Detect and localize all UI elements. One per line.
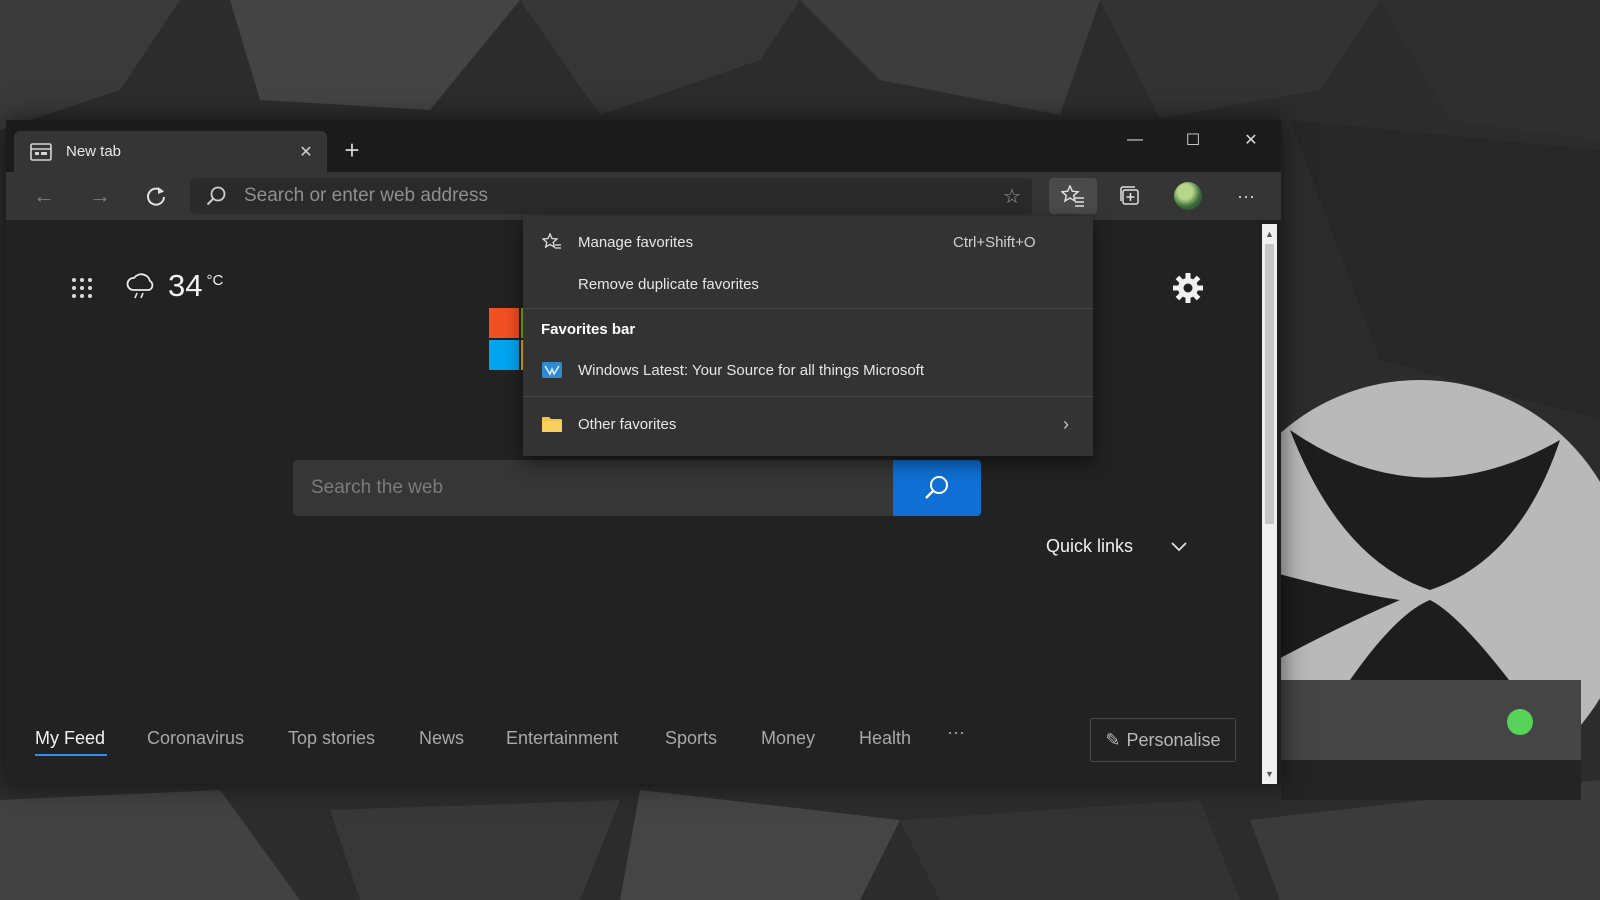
page-scrollbar[interactable]: ▲ ▼ <box>1262 224 1277 784</box>
favorites-icon <box>1061 185 1084 207</box>
search-icon <box>196 185 236 207</box>
forward-button[interactable]: → <box>82 178 118 214</box>
menu-divider <box>523 308 1093 309</box>
scrollbar-thumb[interactable] <box>1265 244 1274 524</box>
minimize-button[interactable]: — <box>1106 120 1164 160</box>
back-button[interactable]: ← <box>26 178 62 214</box>
web-search-button[interactable] <box>893 460 981 516</box>
feed-tab-my-feed[interactable]: My Feed <box>35 728 105 749</box>
search-icon <box>925 476 948 499</box>
other-favorites-item[interactable]: Other favorites › <box>523 404 1093 444</box>
windows-latest-favicon <box>541 359 563 381</box>
title-bar: New tab ✕ + — ☐ ✕ <box>6 120 1281 172</box>
favorite-item-windows-latest[interactable]: Windows Latest: Your Source for all thin… <box>523 350 1093 390</box>
quick-links-toggle[interactable]: Quick links <box>1046 536 1187 557</box>
favorite-item-label: Windows Latest: Your Source for all thin… <box>578 361 924 379</box>
scroll-up-arrow-icon[interactable]: ▲ <box>1262 226 1277 242</box>
other-favorites-label: Other favorites <box>578 415 677 433</box>
menu-divider <box>523 396 1093 397</box>
quick-links-label: Quick links <box>1046 536 1134 556</box>
temperature-value: 34 <box>168 268 203 303</box>
feed-navigation: My Feed Coronavirus Top stories News Ent… <box>6 718 1258 762</box>
temperature-unit: °C <box>206 271 224 289</box>
close-window-button[interactable]: ✕ <box>1222 120 1280 160</box>
feed-tab-top-stories[interactable]: Top stories <box>288 728 375 749</box>
feed-tab-money[interactable]: Money <box>761 728 815 749</box>
favorites-button[interactable] <box>1049 178 1097 214</box>
new-tab-button[interactable]: + <box>334 132 370 168</box>
refresh-icon <box>147 187 165 206</box>
address-input[interactable] <box>236 184 992 208</box>
personalise-button[interactable]: ✎ Personalise <box>1090 718 1236 762</box>
app-launcher-icon[interactable] <box>70 276 94 300</box>
cloud-rain-icon <box>126 273 154 299</box>
remove-duplicates-label: Remove duplicate favorites <box>578 275 759 293</box>
remove-duplicates-item[interactable]: Remove duplicate favorites <box>523 264 1093 304</box>
navigation-toolbar: ← → ☆ ··· <box>6 172 1281 220</box>
maximize-button[interactable]: ☐ <box>1164 120 1222 160</box>
favorites-bar-heading: Favorites bar <box>541 321 636 338</box>
scroll-down-arrow-icon[interactable]: ▼ <box>1262 766 1277 782</box>
pencil-icon: ✎ <box>1105 729 1121 750</box>
chevron-right-icon: › <box>1063 413 1069 434</box>
refresh-button[interactable] <box>138 178 174 214</box>
favorites-flyout: Manage favorites Ctrl+Shift+O Remove dup… <box>523 216 1093 456</box>
personalise-label: Personalise <box>1126 729 1221 750</box>
tab-close-icon[interactable]: ✕ <box>289 135 323 169</box>
feed-tab-sports[interactable]: Sports <box>665 728 717 749</box>
star-list-icon <box>541 231 563 253</box>
manage-favorites-label: Manage favorites <box>578 233 694 251</box>
newtab-page-icon <box>30 142 52 161</box>
weather-widget[interactable]: 34 °C <box>124 268 223 304</box>
active-tab-underline <box>35 754 107 756</box>
feed-more-button[interactable]: ··· <box>947 722 965 743</box>
feed-tab-entertainment[interactable]: Entertainment <box>506 728 618 749</box>
folder-icon <box>541 413 563 435</box>
feed-tab-health[interactable]: Health <box>859 728 911 749</box>
add-favorite-star-icon[interactable]: ☆ <box>992 184 1032 209</box>
feed-tab-coronavirus[interactable]: Coronavirus <box>147 728 244 749</box>
web-search-input[interactable] <box>293 460 893 516</box>
tab-new-tab[interactable]: New tab ✕ <box>14 131 327 172</box>
collections-icon <box>1120 186 1139 205</box>
gear-icon[interactable] <box>1172 272 1204 304</box>
console-body <box>1281 680 1581 760</box>
address-bar[interactable]: ☆ <box>190 178 1032 214</box>
console-status-light <box>1507 709 1533 735</box>
profile-button[interactable] <box>1164 178 1212 214</box>
web-search-box <box>293 460 981 516</box>
chevron-down-icon <box>1171 541 1187 551</box>
avatar <box>1174 182 1202 210</box>
tab-title: New tab <box>66 143 122 160</box>
settings-and-more-button[interactable]: ··· <box>1222 178 1270 214</box>
manage-favorites-shortcut: Ctrl+Shift+O <box>953 233 1036 251</box>
manage-favorites-item[interactable]: Manage favorites Ctrl+Shift+O <box>523 222 1093 262</box>
collections-button[interactable] <box>1106 178 1154 214</box>
feed-tab-news[interactable]: News <box>419 728 464 749</box>
